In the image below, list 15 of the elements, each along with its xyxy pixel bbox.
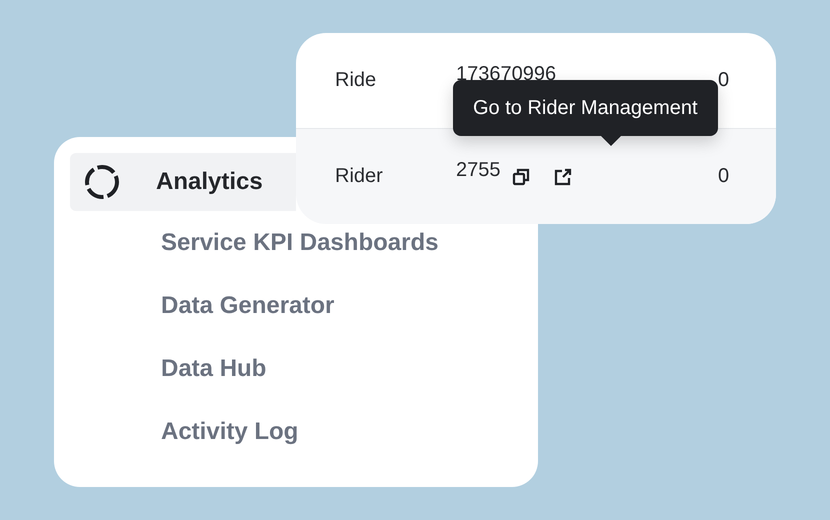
copy-icon[interactable]: [510, 166, 530, 186]
analytics-menu-item[interactable]: Analytics: [70, 153, 296, 211]
table-cell-text: Ride: [334, 69, 378, 92]
menu-link[interactable]: Activity Log: [161, 417, 522, 446]
tooltip: Go to Rider Management: [453, 80, 718, 136]
analytics-icon: [82, 162, 122, 202]
table-cell: 0: [718, 69, 730, 92]
tooltip-arrow: [600, 135, 622, 146]
table-cell: 0: [718, 165, 730, 188]
menu-link[interactable]: Data Hub: [161, 354, 522, 383]
table-cell-text: Rider: [334, 165, 384, 188]
menu-link[interactable]: Service KPI Dashboards: [161, 228, 522, 257]
external-link-icon[interactable]: [552, 166, 572, 186]
menu-link[interactable]: Data Generator: [161, 291, 522, 320]
table-cell: 2755: [456, 159, 500, 182]
